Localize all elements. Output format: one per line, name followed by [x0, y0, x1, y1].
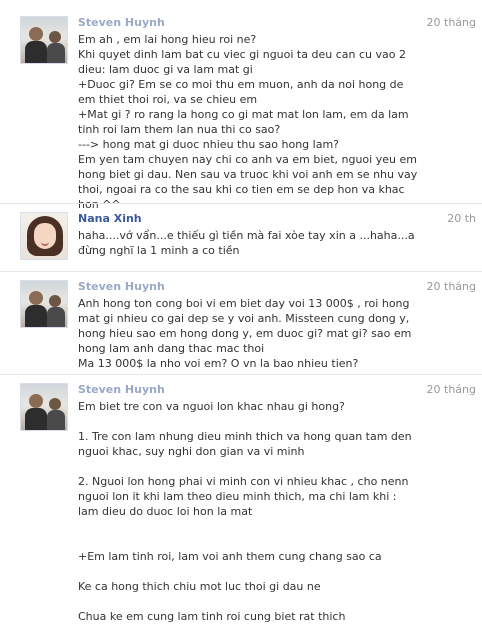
timestamp: 20 th: [447, 212, 476, 225]
comment-text: Em ah , em lai hong hieu roi ne? Khi quy…: [78, 33, 418, 211]
author-name[interactable]: Steven Huynh: [78, 383, 165, 396]
comment-item: Steven Huynh 20 tháng Em ah , em lai hon…: [0, 8, 482, 211]
comment-item: Steven Huynh 20 tháng Anh hong ton cong …: [0, 271, 482, 374]
timestamp: 20 tháng: [426, 280, 476, 293]
comment-item: Steven Huynh 20 tháng Em biet tre con va…: [0, 374, 482, 623]
comment-item: Nana Xinh 20 th haha....vớ vẩn...e thiếu…: [0, 203, 482, 270]
author-name[interactable]: Steven Huynh: [78, 280, 165, 293]
avatar[interactable]: [20, 16, 68, 64]
timestamp: 20 tháng: [426, 16, 476, 29]
avatar[interactable]: [20, 383, 68, 431]
avatar[interactable]: [20, 280, 68, 328]
timestamp: 20 tháng: [426, 383, 476, 396]
comment-text: Em biet tre con va nguoi lon khac nhau g…: [78, 400, 412, 623]
author-name[interactable]: Steven Huynh: [78, 16, 165, 29]
author-name[interactable]: Nana Xinh: [78, 212, 142, 225]
comment-text: Anh hong ton cong boi vi em biet day voi…: [78, 297, 412, 370]
comment-feed: Steven Huynh 20 tháng Em ah , em lai hon…: [0, 0, 482, 623]
avatar[interactable]: [20, 212, 68, 260]
comment-text: haha....vớ vẩn...e thiếu gì tiền mà fai …: [78, 229, 419, 257]
